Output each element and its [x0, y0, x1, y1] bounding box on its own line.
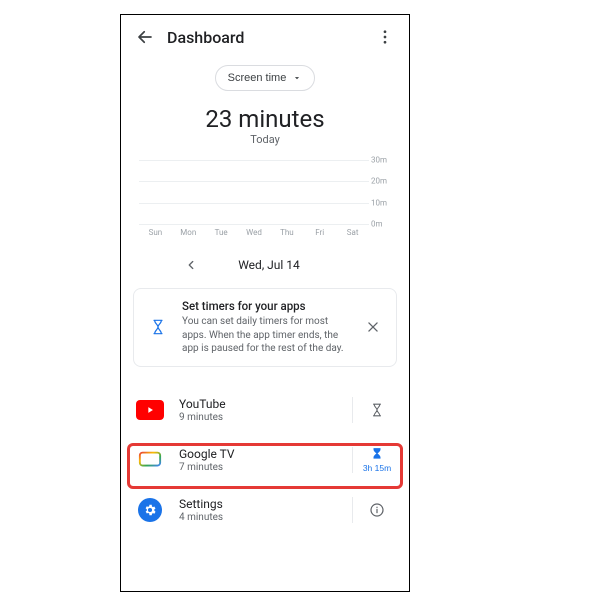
close-icon	[366, 320, 380, 334]
back-button[interactable]	[129, 21, 161, 53]
app-row-settings[interactable]: Settings 4 minutes	[121, 485, 409, 535]
settings-icon	[133, 493, 167, 527]
more-vert-icon	[376, 28, 394, 46]
header: Dashboard	[121, 15, 409, 59]
chevron-left-icon	[184, 258, 198, 272]
metric-chip[interactable]: Screen time	[215, 65, 316, 91]
page-title: Dashboard	[167, 28, 369, 47]
chart-ytick: 0m	[371, 220, 397, 229]
total-usage: 23 minutes Today	[121, 105, 409, 146]
hourglass-icon	[144, 317, 172, 337]
chart-xtick: Thu	[270, 228, 303, 240]
chart-xtick: Sat	[336, 228, 369, 240]
current-date-label: Wed, Jul 14	[238, 258, 300, 272]
youtube-icon	[133, 393, 167, 427]
app-name: Google TV	[179, 447, 352, 461]
prev-day-button[interactable]	[180, 254, 202, 276]
chart-xtick: Fri	[303, 228, 336, 240]
date-nav: Wed, Jul 14	[121, 254, 409, 276]
app-name: YouTube	[179, 397, 352, 411]
divider	[352, 397, 353, 423]
edit-timer-button[interactable]: 3h 15m	[357, 446, 397, 473]
app-row-youtube[interactable]: YouTube 9 minutes	[121, 385, 409, 435]
google-tv-icon	[133, 443, 167, 477]
metric-chip-label: Screen time	[228, 72, 287, 84]
app-info-button[interactable]	[357, 502, 397, 518]
timers-info-card: Set timers for your apps You can set dai…	[133, 288, 397, 367]
hourglass-full-icon	[370, 446, 384, 462]
info-card-title: Set timers for your apps	[182, 299, 350, 313]
divider	[352, 497, 353, 523]
chart-xtick: Mon	[172, 228, 205, 240]
total-usage-caption: Today	[121, 133, 409, 146]
chart-ytick: 10m	[371, 198, 397, 207]
dismiss-info-button[interactable]	[360, 314, 386, 340]
arrow-left-icon	[136, 28, 154, 46]
app-list: YouTube 9 minutes Google TV 7 minutes	[121, 385, 409, 535]
app-screen: Dashboard Screen time 23 minutes Today 0…	[120, 14, 410, 592]
chart-gridline	[139, 224, 369, 225]
timer-value: 3h 15m	[363, 463, 391, 473]
hourglass-empty-icon	[370, 401, 384, 419]
chip-row: Screen time	[121, 59, 409, 105]
chart-xtick: Sun	[139, 228, 172, 240]
app-usage-subtitle: 9 minutes	[179, 412, 352, 423]
info-card-body: You can set daily timers for most apps. …	[182, 315, 350, 356]
chart-xtick: Wed	[238, 228, 271, 240]
usage-chart: 0m10m20m30m SunMonTueWedThuFriSat	[133, 160, 397, 240]
chart-ytick: 20m	[371, 177, 397, 186]
total-usage-value: 23 minutes	[121, 105, 409, 133]
set-timer-button[interactable]	[357, 401, 397, 419]
chart-xtick: Tue	[205, 228, 238, 240]
divider	[352, 447, 353, 473]
chevron-down-icon	[292, 73, 302, 83]
app-usage-subtitle: 7 minutes	[179, 462, 352, 473]
overflow-menu-button[interactable]	[369, 21, 401, 53]
app-name: Settings	[179, 497, 352, 511]
info-icon	[369, 502, 385, 518]
chart-ytick: 30m	[371, 156, 397, 165]
app-row-googletv[interactable]: Google TV 7 minutes 3h 15m	[121, 435, 409, 485]
app-usage-subtitle: 4 minutes	[179, 512, 352, 523]
